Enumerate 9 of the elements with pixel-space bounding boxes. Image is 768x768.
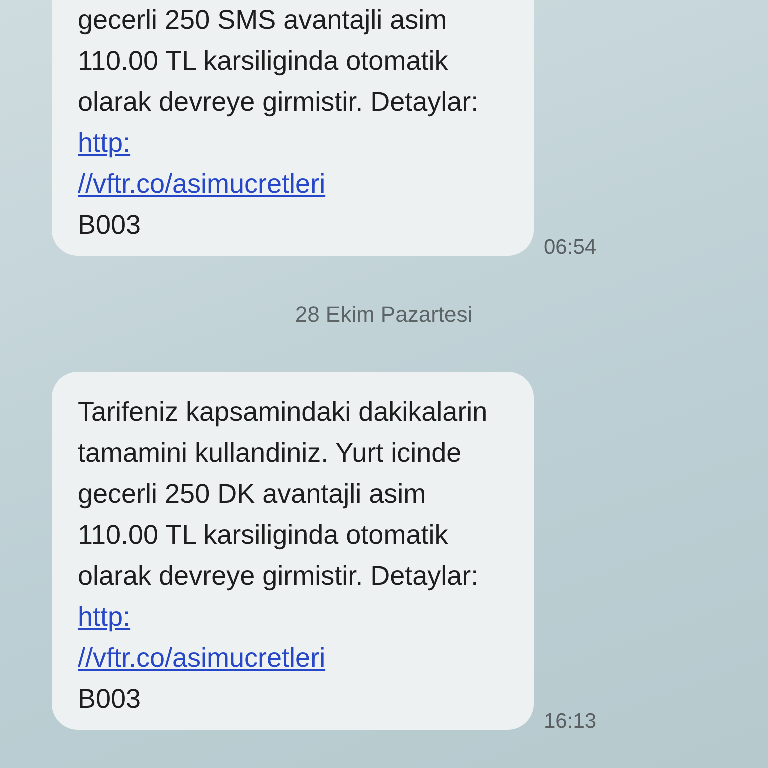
message-link[interactable]: http: [78,128,131,158]
message-link[interactable]: http: [78,602,131,632]
message-link[interactable]: //vftr.co/asimucretleri [78,643,326,673]
message-time: 16:13 [544,710,597,734]
date-separator: 28 Ekim Pazartesi [295,302,473,328]
message-text: gecerli 250 SMS avantajli asim 110.00 TL karsiliginda otomatik olarak devreye girmistir. Detaylar: http: //vftr.co/asimucretleri B003 [78,4,480,242]
message-link[interactable]: //vftr.co/asimucretleri [78,169,326,199]
message-time: 06:54 [544,236,597,260]
message-text: Tarifeniz kapsamindaki dakikalarin tamamini kullandiniz. Yurt icinde gecerli 250 DK avantajli asim 110.00 TL karsiliginda otomatik olarak devreye girmistir. Detaylar: http: //vftr.co/asimucretleri B003 [78,396,489,716]
